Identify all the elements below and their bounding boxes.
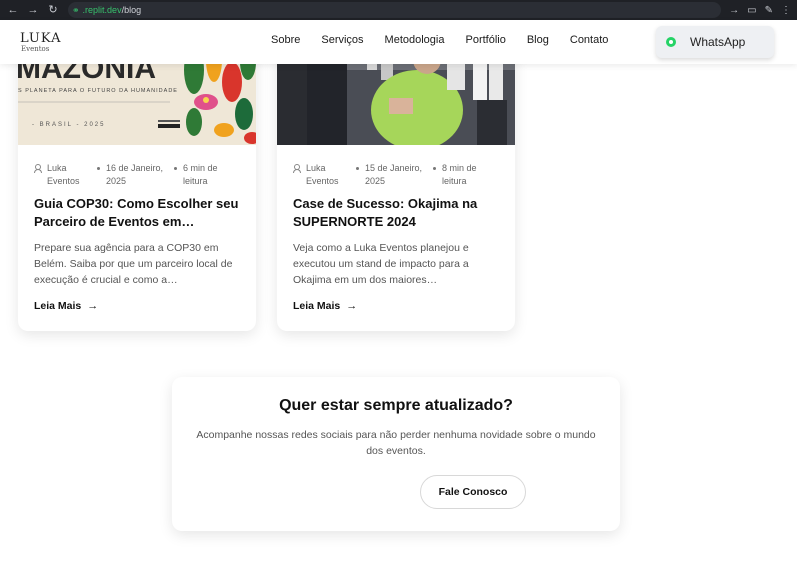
address-bar[interactable]: ⚭ .replit.dev/blog bbox=[68, 2, 722, 18]
logo-brand: LUKA bbox=[20, 31, 62, 46]
cta-title: Quer estar sempre atualizado? bbox=[279, 397, 513, 414]
browser-toolbar: ← → ↻ ⚭ .replit.dev/blog → ▭ ✎ ⋮ bbox=[0, 0, 797, 20]
nav-portfolio[interactable]: Portfólio bbox=[465, 34, 505, 46]
go-icon[interactable]: → bbox=[729, 5, 739, 16]
post-author: Luka Eventos bbox=[47, 163, 80, 186]
logo[interactable]: LUKA Eventos bbox=[20, 32, 61, 53]
read-more-link[interactable]: Leia Mais → bbox=[34, 300, 98, 312]
link-icon: ⚭ bbox=[72, 4, 80, 15]
post-title[interactable]: Guia COP30: Como Escolher seu Parceiro d… bbox=[34, 195, 244, 231]
post-author: Luka Eventos bbox=[306, 163, 339, 186]
person-icon bbox=[293, 164, 301, 173]
nav-metodologia[interactable]: Metodologia bbox=[385, 34, 445, 46]
read-more-label: Leia Mais bbox=[34, 300, 82, 312]
post-title[interactable]: Case de Sucesso: Okajima na SUPERNORTE 2… bbox=[293, 195, 503, 231]
menu-icon[interactable]: ⋮ bbox=[781, 5, 791, 16]
arrow-right-icon: → bbox=[87, 300, 99, 312]
nav-sobre[interactable]: Sobre bbox=[271, 34, 300, 46]
meta-separator bbox=[433, 167, 436, 170]
nav-servicos[interactable]: Serviços bbox=[321, 34, 363, 46]
nav-contato[interactable]: Contato bbox=[570, 34, 609, 46]
blog-card[interactable]: Luka Eventos 15 de Janeiro, 2025 8 min d… bbox=[277, 40, 515, 331]
meta-separator bbox=[97, 167, 100, 170]
post-read-time: 6 min de leitura bbox=[183, 163, 218, 186]
forward-icon[interactable]: → bbox=[26, 3, 40, 17]
back-icon[interactable]: ← bbox=[6, 3, 20, 17]
site-header: LUKA Eventos Sobre Serviços Metodologia … bbox=[0, 20, 797, 64]
meta-separator bbox=[356, 167, 359, 170]
read-more-label: Leia Mais bbox=[293, 300, 341, 312]
url-host: .replit.dev bbox=[82, 5, 122, 15]
read-more-link[interactable]: Leia Mais → bbox=[293, 300, 357, 312]
whatsapp-button[interactable]: WhatsApp bbox=[656, 26, 774, 58]
blog-card[interactable]: MAZÔNIA S PLANETA PARA O FUTURO DA HUMAN… bbox=[18, 40, 256, 331]
meta-separator bbox=[174, 167, 177, 170]
reload-icon[interactable]: ↻ bbox=[46, 3, 60, 17]
whatsapp-label: WhatsApp bbox=[690, 35, 746, 49]
stay-updated-section: Quer estar sempre atualizado? Acompanhe … bbox=[172, 377, 620, 531]
poster-subtitle: S PLANETA PARA O FUTURO DA HUMANIDADE bbox=[18, 88, 178, 94]
contact-button[interactable]: Fale Conosco bbox=[420, 475, 526, 509]
logo-sub: Eventos bbox=[21, 45, 50, 53]
main-nav: Sobre Serviços Metodologia Portfólio Blo… bbox=[271, 34, 629, 46]
post-date: 15 de Janeiro, 2025 bbox=[365, 163, 423, 186]
post-excerpt: Prepare sua agência para a COP30 em Belé… bbox=[34, 242, 233, 286]
url-path: /blog bbox=[121, 5, 142, 15]
post-meta: Luka Eventos 15 de Janeiro, 2025 8 min d… bbox=[293, 162, 492, 188]
nav-blog[interactable]: Blog bbox=[527, 34, 549, 46]
tools-icon[interactable]: ✎ bbox=[765, 5, 773, 16]
whatsapp-icon bbox=[666, 37, 676, 47]
screen-icon[interactable]: ▭ bbox=[747, 5, 756, 16]
cta-text: Acompanhe nossas redes sociais para não … bbox=[196, 429, 596, 457]
post-read-time: 8 min de leitura bbox=[442, 163, 477, 186]
arrow-right-icon: → bbox=[346, 300, 358, 312]
post-excerpt: Veja como a Luka Eventos planejou e exec… bbox=[293, 242, 469, 286]
post-meta: Luka Eventos 16 de Janeiro, 2025 6 min d… bbox=[34, 162, 233, 188]
post-date: 16 de Janeiro, 2025 bbox=[106, 163, 164, 186]
poster-footer: - BRASIL - 2025 bbox=[32, 122, 105, 128]
person-icon bbox=[34, 164, 42, 173]
